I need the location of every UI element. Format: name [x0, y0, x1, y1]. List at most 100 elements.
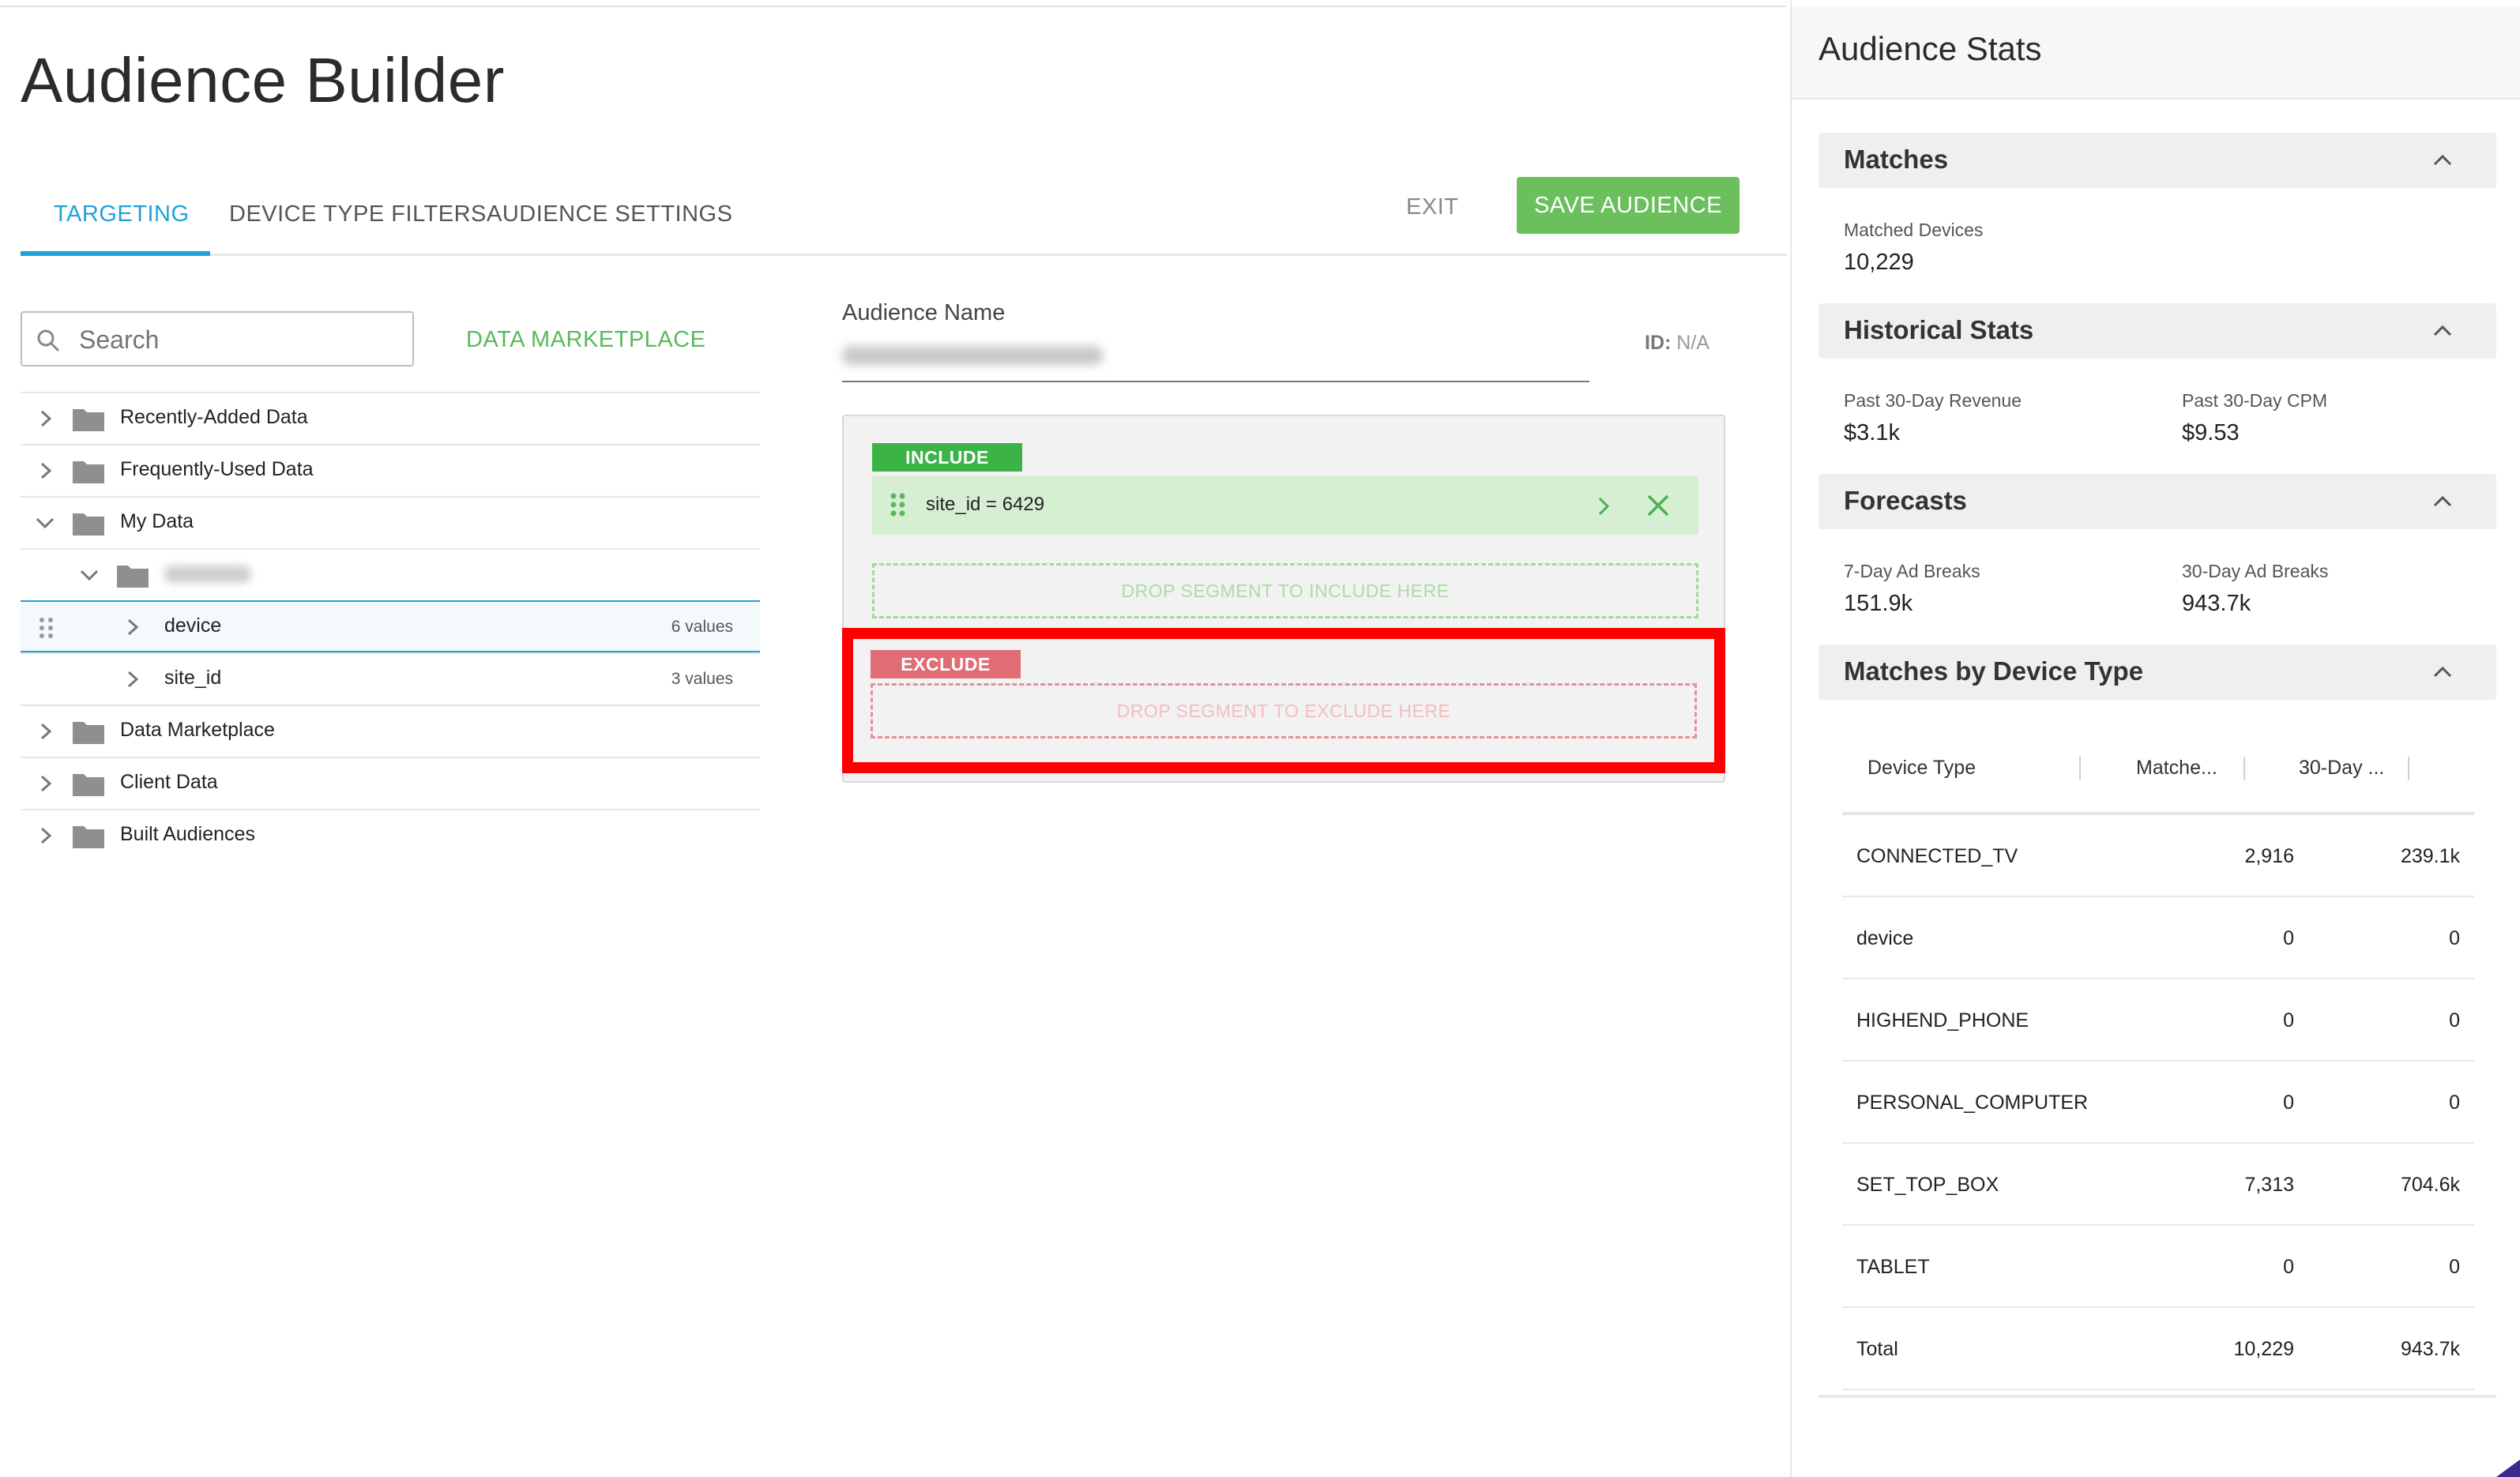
cpm-value: $9.53 — [2182, 420, 2240, 445]
audience-id: ID: N/A — [1645, 332, 1709, 355]
tree-item-label: Client Data — [120, 771, 218, 793]
chevron-right-icon[interactable] — [38, 722, 54, 741]
column-header-matches[interactable]: Matche... — [2136, 757, 2217, 780]
cell-30-day: 0 — [2449, 1009, 2460, 1032]
chevron-right-icon[interactable] — [38, 461, 54, 480]
column-header-device-type[interactable]: Device Type — [1867, 757, 1976, 780]
cell-matches: 2,916 — [2244, 845, 2294, 867]
panel-header: Audience Stats — [1792, 6, 2520, 100]
forecasts-section-header[interactable]: Forecasts — [1819, 474, 2496, 529]
tree-item-site-id[interactable]: site_id 3 values — [21, 652, 760, 705]
search-input[interactable] — [77, 321, 397, 359]
chevron-right-icon[interactable] — [38, 826, 54, 845]
cpm-label: Past 30-Day CPM — [2182, 390, 2328, 411]
audience-stats-panel: Audience Stats Matches Matched Devices 1… — [1790, 0, 2520, 1477]
audience-id-value: N/A — [1676, 332, 1709, 354]
cell-device-type: Total — [1856, 1338, 1898, 1360]
panel-title: Audience Stats — [1819, 30, 2042, 67]
column-divider[interactable] — [2408, 757, 2409, 780]
folder-icon — [73, 513, 104, 536]
active-tab-indicator — [21, 251, 210, 256]
cell-device-type: SET_TOP_BOX — [1856, 1174, 1999, 1196]
table-row: SET_TOP_BOX 7,313 704.6k — [1842, 1144, 2474, 1226]
chevron-right-icon[interactable] — [125, 670, 141, 689]
drag-handle-icon[interactable] — [38, 616, 55, 640]
cell-device-type: TABLET — [1856, 1256, 1930, 1278]
chevron-right-icon[interactable] — [38, 409, 54, 428]
tree-item-recently-added[interactable]: Recently-Added Data — [21, 392, 760, 444]
cell-matches: 0 — [2283, 927, 2294, 949]
column-divider[interactable] — [2244, 757, 2245, 780]
tree-item-subfolder[interactable] — [21, 548, 760, 600]
chevron-up-icon[interactable] — [2432, 663, 2454, 679]
cell-device-type: CONNECTED_TV — [1856, 845, 2018, 867]
revenue-label: Past 30-Day Revenue — [1844, 390, 2022, 411]
tab-targeting[interactable]: TARGETING — [54, 201, 190, 227]
chevron-up-icon[interactable] — [2432, 322, 2454, 338]
search-icon — [37, 329, 60, 352]
exclude-section: EXCLUDE DROP SEGMENT TO EXCLUDE HERE — [842, 628, 1725, 773]
section-title: Forecasts — [1844, 486, 1967, 515]
tree-item-frequently-used[interactable]: Frequently-Used Data — [21, 444, 760, 496]
table-header: Device Type Matche... 30-Day ... — [1842, 742, 2474, 815]
ad-breaks-30-label: 30-Day Ad Breaks — [2182, 561, 2329, 581]
cell-matches: 0 — [2283, 1256, 2294, 1278]
cell-matches: 7,313 — [2244, 1174, 2294, 1196]
column-divider[interactable] — [2079, 757, 2081, 780]
include-drop-zone[interactable]: DROP SEGMENT TO INCLUDE HERE — [872, 563, 1698, 618]
tree-item-data-marketplace[interactable]: Data Marketplace — [21, 705, 760, 757]
top-border — [0, 0, 1787, 7]
tree-item-client-data[interactable]: Client Data — [21, 757, 760, 809]
tree-item-device[interactable]: device 6 values — [21, 600, 760, 652]
folder-icon — [73, 826, 104, 848]
save-audience-button[interactable]: SAVE AUDIENCE — [1517, 177, 1740, 234]
include-segment[interactable]: site_id = 6429 — [872, 476, 1698, 535]
data-marketplace-link[interactable]: DATA MARKETPLACE — [466, 327, 705, 353]
exit-button[interactable]: EXIT — [1406, 194, 1458, 220]
exclude-tag: EXCLUDE — [871, 650, 1021, 678]
redacted-folder-name — [164, 566, 251, 583]
device-type-table: Device Type Matche... 30-Day ... CONNECT… — [1842, 742, 2474, 1390]
table-row: PERSONAL_COMPUTER 0 0 — [1842, 1062, 2474, 1144]
chevron-down-icon[interactable] — [79, 567, 100, 583]
column-header-30-day[interactable]: 30-Day ... — [2299, 757, 2384, 780]
value-count: 6 values — [671, 618, 733, 636]
tree-item-built-audiences[interactable]: Built Audiences — [21, 809, 760, 861]
matches-section-header[interactable]: Matches — [1819, 133, 2496, 188]
folder-icon — [73, 774, 104, 796]
cell-matches: 10,229 — [2233, 1338, 2294, 1360]
tab-device-type-filters[interactable]: DEVICE TYPE FILTERS — [229, 201, 487, 227]
exclude-drop-zone[interactable]: DROP SEGMENT TO EXCLUDE HERE — [871, 683, 1697, 738]
audience-name-input[interactable] — [842, 335, 1589, 382]
tree-item-label: My Data — [120, 510, 194, 532]
cell-matches: 0 — [2283, 1009, 2294, 1032]
folder-icon — [73, 409, 104, 431]
chevron-down-icon[interactable] — [35, 515, 55, 531]
search-box[interactable] — [21, 311, 414, 366]
cell-device-type: HIGHEND_PHONE — [1856, 1009, 2029, 1032]
panel-footer-divider — [1819, 1395, 2496, 1398]
tree-item-my-data[interactable]: My Data — [21, 496, 760, 548]
device-type-section-header[interactable]: Matches by Device Type — [1819, 645, 2496, 700]
tab-audience-settings[interactable]: AUDIENCE SETTINGS — [487, 201, 732, 227]
chevron-right-icon[interactable] — [125, 618, 141, 637]
table-row-total: Total 10,229 943.7k — [1842, 1308, 2474, 1390]
tree-item-label: Built Audiences — [120, 823, 255, 845]
drag-handle-icon[interactable] — [890, 492, 907, 517]
historical-stats-section-header[interactable]: Historical Stats — [1819, 303, 2496, 359]
close-icon[interactable] — [1646, 494, 1670, 517]
cell-30-day: 0 — [2449, 927, 2460, 949]
chevron-right-icon[interactable] — [38, 774, 54, 793]
chevron-up-icon[interactable] — [2432, 493, 2454, 509]
chevron-right-icon[interactable] — [1596, 495, 1612, 517]
cell-matches: 0 — [2283, 1092, 2294, 1114]
tree-item-label: Recently-Added Data — [120, 406, 308, 428]
redacted-audience-name — [842, 346, 1103, 365]
data-tree: Recently-Added Data Frequently-Used Data… — [21, 392, 760, 861]
segment-expression: site_id = 6429 — [926, 494, 1045, 515]
chevron-up-icon[interactable] — [2432, 152, 2454, 167]
folder-icon — [73, 461, 104, 483]
cell-30-day: 0 — [2449, 1092, 2460, 1114]
ad-breaks-7-value: 151.9k — [1844, 591, 1913, 616]
value-count: 3 values — [671, 670, 733, 688]
